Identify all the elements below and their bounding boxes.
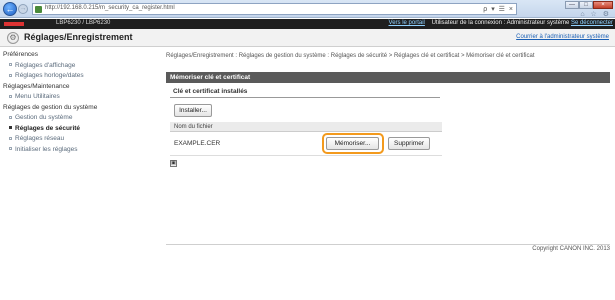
sidebar-item-security[interactable]: Réglages de sécurité (0, 124, 151, 135)
bullet-icon (9, 126, 12, 130)
delete-button[interactable]: Supprimer (388, 137, 430, 150)
top-bar: LBP6230 / LBP6230 Vers le portail Utilis… (0, 19, 615, 29)
subsection-title: Clé et certificat installés (170, 87, 440, 98)
sidebar-item-label: Réglages d'affichage (15, 61, 76, 69)
settings-gear-icon: ⚙ (7, 32, 19, 44)
sidebar-item-label: Gestion du système (15, 114, 73, 121)
close-icon[interactable]: × (593, 1, 613, 9)
login-user-text: Utilisateur de la connexion : Administra… (431, 20, 570, 26)
column-header-filename: Nom du fichier (170, 122, 442, 132)
minimize-icon[interactable]: — (565, 1, 579, 9)
address-bar[interactable]: http://192.168.0.215/m_security_ca_regis… (32, 3, 517, 15)
site-icon (35, 6, 42, 13)
breadcrumb: Réglages/Enregistrement : Réglages de ge… (166, 53, 535, 59)
sidebar-item-clock[interactable]: Réglages horloge/dates (0, 71, 151, 82)
page-heading: ⚙ Réglages/Enregistrement Courrier à l'a… (0, 29, 615, 47)
address-tools-icon[interactable]: ρ ▾ ☰ × (483, 5, 514, 13)
sidebar-item-network[interactable]: Réglages réseau (0, 134, 151, 145)
url-text[interactable]: http://192.168.0.215/m_security_ca_regis… (45, 5, 175, 11)
copyright: Copyright CANON INC. 2013 (532, 246, 610, 252)
maximize-icon[interactable]: □ (579, 1, 593, 9)
bullet-icon (9, 115, 12, 119)
sidebar-item-label: Réglages réseau (15, 135, 65, 142)
sidebar-item-label: Réglages de sécurité (15, 124, 81, 132)
sidebar-item-initialize[interactable]: Initialiser les réglages (0, 145, 151, 156)
window-controls: — □ × (565, 1, 613, 9)
key-certificate-panel: Clé et certificat installés Installer...… (170, 87, 606, 221)
back-arrow-icon[interactable]: ← (3, 2, 17, 16)
sidebar-group-preferences: Préférences (3, 51, 39, 58)
sidebar-item-display[interactable]: Réglages d'affichage (0, 61, 151, 72)
sidebar-item-label: Réglages horloge/dates (15, 72, 84, 79)
top-links: Vers le portail Utilisateur de la connex… (389, 20, 613, 26)
sidebar-group-system-management: Réglages de gestion du système (3, 103, 98, 111)
page-control-icon[interactable]: ▣ (170, 160, 177, 167)
browser-tools-icon[interactable]: ⌂ ☆ ⚙ (580, 10, 611, 18)
forward-arrow-icon[interactable]: → (18, 4, 28, 14)
browser-chrome: ← → http://192.168.0.215/m_security_ca_r… (0, 0, 615, 18)
sidebar-item-system-management[interactable]: Gestion du système (0, 113, 151, 124)
portal-link[interactable]: Vers le portail (389, 20, 425, 26)
sidebar-group-maintenance: Réglages/Maintenance (3, 82, 70, 90)
section-title: Mémoriser clé et certificat (166, 72, 610, 83)
logout-link[interactable]: Se déconnecter (571, 20, 613, 26)
sidebar: Préférences Réglages d'affichage Réglage… (0, 50, 151, 250)
mail-admin-link[interactable]: Courrier à l'administrateur système (516, 34, 609, 40)
canon-logo (4, 22, 24, 26)
store-button[interactable]: Mémoriser... (326, 137, 379, 150)
footer-divider (166, 244, 610, 245)
bullet-icon (9, 63, 12, 67)
printer-model: LBP6230 / LBP6230 (56, 20, 111, 26)
bullet-icon (9, 147, 12, 151)
install-button[interactable]: Installer... (174, 104, 212, 117)
file-table: Nom du fichier EXAMPLE.CER Mémoriser... … (170, 122, 442, 156)
sidebar-item-label: Menu Utilitaires (15, 93, 60, 100)
bullet-icon (9, 136, 12, 140)
file-name: EXAMPLE.CER (174, 140, 221, 147)
page-title: Réglages/Enregistrement (24, 32, 133, 42)
sidebar-item-label: Initialiser les réglages (15, 145, 78, 153)
sidebar-item-utilities[interactable]: Menu Utilitaires (0, 92, 151, 103)
bullet-icon (9, 94, 12, 98)
table-row: EXAMPLE.CER Mémoriser... Supprimer (170, 132, 442, 156)
bullet-icon (9, 73, 12, 77)
